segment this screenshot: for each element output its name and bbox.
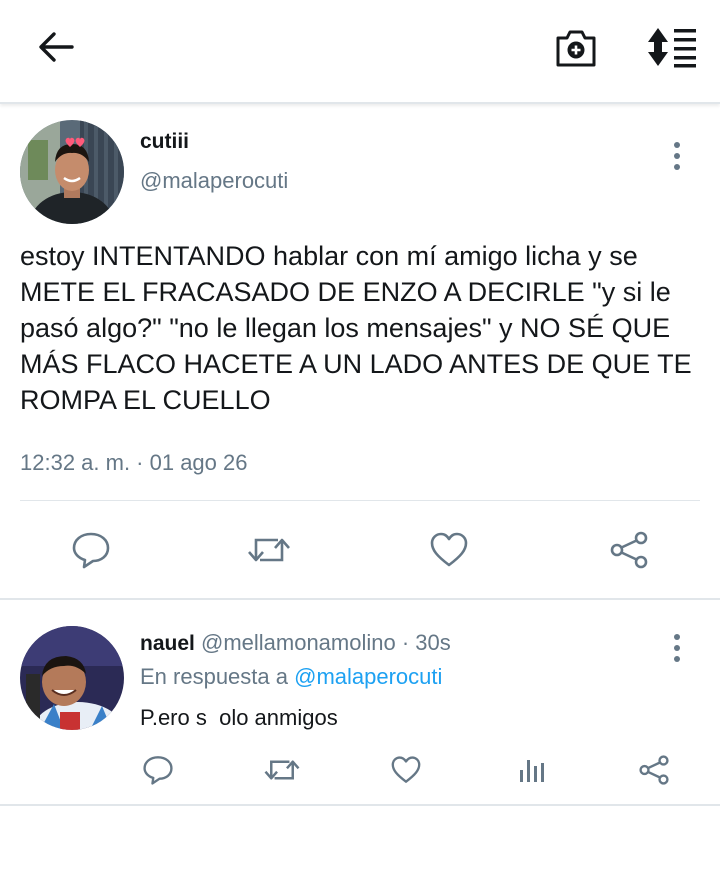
main-tweet: cutiii @malaperocuti estoy INTENTANDO ha…: [0, 104, 720, 598]
top-bar: [0, 0, 720, 104]
retweet-icon: [248, 538, 290, 562]
analytics-button[interactable]: [512, 752, 552, 788]
reply-icon: [143, 756, 173, 785]
display-name[interactable]: cutiii: [140, 130, 189, 154]
camera-plus-icon: [556, 30, 596, 67]
mention-link[interactable]: @malaperocuti: [294, 664, 442, 689]
in-reply-to: En respuesta a @malaperocuti: [140, 664, 442, 690]
in-reply-to-label: En respuesta a: [140, 664, 288, 689]
sort-list-icon: [648, 28, 696, 68]
retweet-button[interactable]: [260, 752, 304, 788]
user-handle[interactable]: @malaperocuti: [140, 168, 288, 194]
reply-button[interactable]: [138, 752, 178, 788]
more-options-button[interactable]: [672, 142, 682, 172]
profile-photo: [20, 626, 124, 730]
avatar[interactable]: [20, 626, 124, 730]
tweet-timestamp[interactable]: 12:32 a. m. · 01 ago 26: [20, 450, 248, 476]
more-options-button[interactable]: [672, 634, 682, 664]
more-dot-icon: [674, 142, 680, 148]
like-button[interactable]: [422, 530, 476, 570]
analytics-icon: [520, 760, 544, 782]
more-dot-icon: [674, 645, 680, 651]
sort-button[interactable]: [644, 24, 700, 70]
divider: [20, 500, 700, 501]
like-icon: [430, 532, 468, 567]
avatar[interactable]: [20, 120, 124, 224]
reply-tweet[interactable]: nauel @mellamonamolino · 30s En respuest…: [0, 600, 720, 804]
reply-text: P.ero s olo anmigos: [140, 705, 338, 730]
share-button[interactable]: [634, 752, 674, 788]
profile-photo: [20, 120, 124, 224]
retweet-icon: [264, 760, 300, 780]
retweet-button[interactable]: [242, 530, 296, 570]
share-icon: [610, 531, 648, 569]
like-button[interactable]: [386, 752, 426, 788]
more-dot-icon: [674, 634, 680, 640]
user-handle-time[interactable]: @mellamonamolino · 30s: [201, 630, 451, 655]
reply-button[interactable]: [64, 530, 118, 570]
arrow-left-icon: [39, 32, 74, 62]
share-button[interactable]: [602, 530, 656, 570]
share-icon: [639, 755, 669, 785]
display-name[interactable]: nauel: [140, 632, 195, 655]
camera-button[interactable]: [552, 26, 600, 70]
reply-header: nauel @mellamonamolino · 30s: [140, 630, 451, 656]
like-icon: [391, 756, 421, 783]
reply-icon: [72, 532, 110, 569]
divider: [0, 804, 720, 806]
more-dot-icon: [674, 164, 680, 170]
more-dot-icon: [674, 153, 680, 159]
more-dot-icon: [674, 656, 680, 662]
tweet-text: estoy INTENTANDO hablar con mí amigo lic…: [20, 241, 692, 415]
back-button[interactable]: [30, 26, 82, 68]
